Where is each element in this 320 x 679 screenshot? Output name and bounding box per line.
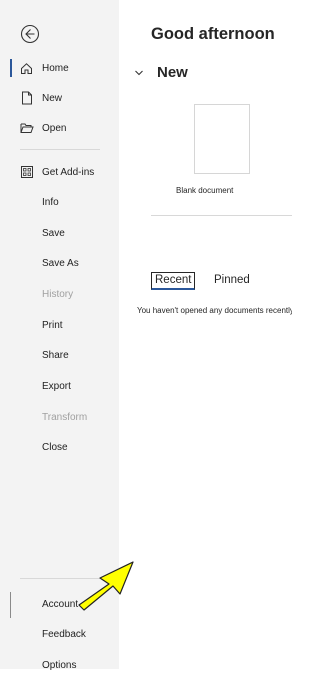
nav-account-label: Account bbox=[42, 598, 79, 610]
nav-new[interactable]: New bbox=[0, 84, 119, 112]
home-icon bbox=[19, 61, 34, 76]
nav-history: History bbox=[0, 280, 119, 308]
nav-transform-label: Transform bbox=[42, 411, 88, 423]
nav-home-label: Home bbox=[42, 62, 69, 74]
nav-save-label: Save bbox=[42, 227, 65, 239]
nav-export-label: Export bbox=[42, 380, 71, 392]
nav-history-label: History bbox=[42, 288, 74, 300]
greeting-heading: Good afternoon bbox=[151, 25, 275, 43]
nav-share-label: Share bbox=[42, 349, 69, 361]
chevron-down-icon bbox=[135, 70, 143, 75]
nav-info[interactable]: Info bbox=[0, 188, 119, 216]
tab-recent[interactable]: Recent bbox=[151, 272, 196, 290]
blank-document-label: Blank document bbox=[176, 186, 234, 195]
empty-recent-message: You haven't opened any documents recentl… bbox=[137, 306, 292, 315]
nav-print[interactable]: Print bbox=[0, 311, 119, 339]
nav-info-label: Info bbox=[42, 196, 59, 208]
new-section-title: New bbox=[157, 64, 188, 81]
add-ins-grid-icon bbox=[19, 165, 34, 180]
nav-feedback[interactable]: Feedback bbox=[0, 620, 119, 648]
sidebar-divider bbox=[20, 149, 100, 150]
back-button[interactable] bbox=[20, 24, 40, 44]
nav-open-label: Open bbox=[42, 122, 67, 134]
folder-open-icon bbox=[19, 121, 34, 136]
section-divider bbox=[151, 215, 292, 216]
nav-close-label: Close bbox=[42, 441, 68, 453]
nav-save[interactable]: Save bbox=[0, 219, 119, 247]
nav-feedback-label: Feedback bbox=[42, 628, 86, 640]
nav-get-add-ins[interactable]: Get Add-ins bbox=[0, 158, 119, 186]
nav-home[interactable]: Home bbox=[0, 54, 119, 82]
nav-get-add-ins-label: Get Add-ins bbox=[42, 166, 95, 178]
nav-save-as-label: Save As bbox=[42, 257, 79, 269]
nav-options[interactable]: Options bbox=[0, 651, 119, 679]
back-arrow-circle-icon bbox=[20, 24, 40, 44]
nav-open[interactable]: Open bbox=[0, 114, 119, 142]
blank-document-template[interactable] bbox=[194, 104, 250, 174]
nav-share[interactable]: Share bbox=[0, 341, 119, 369]
nav-save-as[interactable]: Save As bbox=[0, 249, 119, 277]
nav-print-label: Print bbox=[42, 319, 63, 331]
nav-export[interactable]: Export bbox=[0, 372, 119, 400]
new-document-icon bbox=[19, 91, 34, 106]
annotation-arrow-icon bbox=[78, 561, 134, 611]
home-pane: Good afternoon New Blank document Recent… bbox=[119, 0, 292, 669]
nav-new-label: New bbox=[42, 92, 63, 104]
tab-pinned[interactable]: Pinned bbox=[214, 274, 250, 286]
new-section-toggle[interactable]: New bbox=[133, 64, 188, 81]
nav-transform: Transform bbox=[0, 403, 119, 431]
nav-close[interactable]: Close bbox=[0, 433, 119, 461]
